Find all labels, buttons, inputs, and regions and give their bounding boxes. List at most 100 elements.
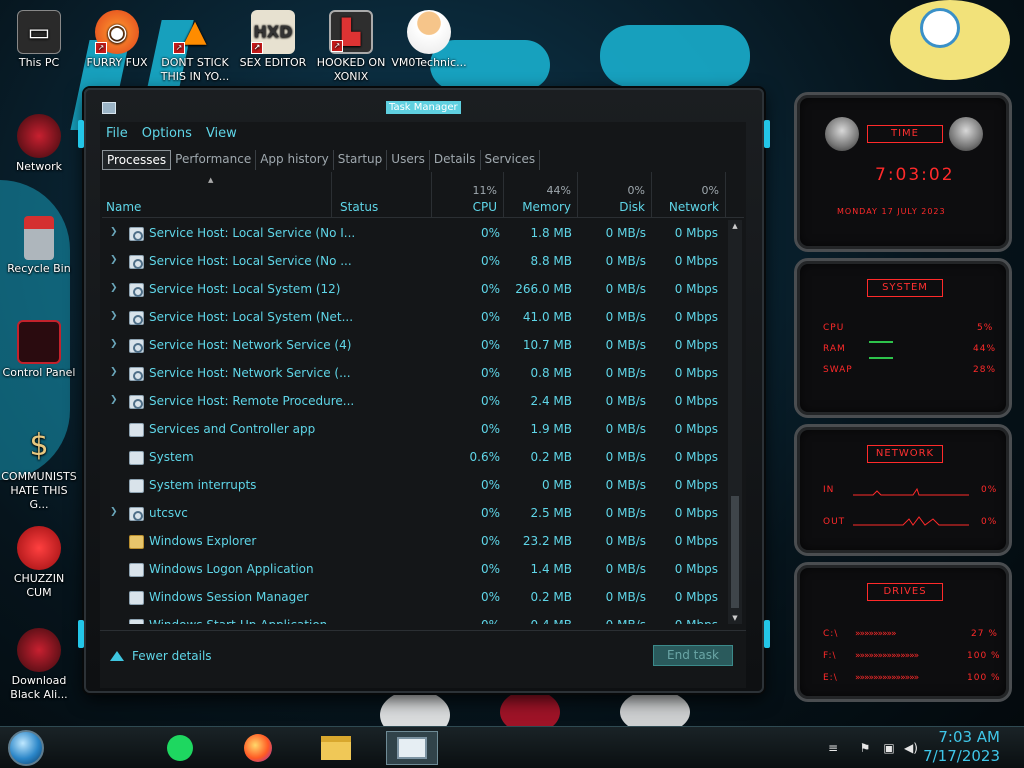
- column-cpu[interactable]: 11% CPU: [432, 172, 504, 218]
- desktop-icon-chuzzin-cum[interactable]: CHUZZIN CUM: [0, 526, 78, 600]
- expand-chevron-icon[interactable]: ❯: [110, 507, 118, 517]
- desktop-icon-download-black-alien[interactable]: Download Black Ali...: [0, 628, 78, 702]
- scroll-down-icon[interactable]: ▼: [728, 612, 742, 624]
- desktop-icon-vm0technic[interactable]: VM0Technic...: [390, 10, 468, 70]
- expand-chevron-icon[interactable]: ❯: [110, 367, 118, 377]
- table-row[interactable]: ❯ Service Host: Remote Procedure... 0% 2.4 …: [102, 388, 726, 416]
- tray-expand-icon[interactable]: ≡: [826, 741, 840, 755]
- tab-app-history[interactable]: App history: [256, 150, 334, 170]
- table-row[interactable]: Services and Controller app 0% 1.9 MB 0 MB/…: [102, 416, 726, 444]
- desktop-icon-control-panel[interactable]: Control Panel: [0, 320, 78, 380]
- table-row[interactable]: Windows Start-Up Application 0% 0.4 MB 0 MB…: [102, 612, 726, 624]
- process-name: Service Host: Network Service (...: [149, 366, 351, 380]
- task-manager-window[interactable]: Task Manager File Options View Processes…: [78, 88, 770, 693]
- menu-bar: File Options View: [106, 126, 237, 141]
- table-row[interactable]: ❯ Service Host: Network Service (... 0% 0.8…: [102, 360, 726, 388]
- process-list: ❯ Service Host: Local Service (No I... 0% 1…: [102, 220, 726, 624]
- task-manager-footer: Fewer details End task: [100, 630, 746, 688]
- table-row[interactable]: System interrupts 0% 0 MB 0 MB/s 0 Mbps: [102, 472, 726, 500]
- table-row[interactable]: Windows Session Manager 0% 0.2 MB 0 MB/s 0 M…: [102, 584, 726, 612]
- desktop-icon-network[interactable]: Network: [0, 114, 78, 174]
- expand-chevron-icon[interactable]: ❯: [110, 283, 118, 293]
- fewer-details-button[interactable]: Fewer details: [110, 649, 212, 663]
- desktop-icon-this-pc[interactable]: ▭ This PC: [0, 10, 78, 70]
- process-disk: 0 MB/s: [605, 562, 646, 576]
- process-disk: 0 MB/s: [605, 282, 646, 296]
- tab-startup[interactable]: Startup: [334, 150, 388, 170]
- process-list-scrollbar[interactable]: ▲ ▼: [728, 220, 742, 624]
- process-cpu: 0%: [480, 310, 500, 324]
- process-disk: 0 MB/s: [605, 590, 646, 604]
- column-disk[interactable]: 0% Disk: [578, 172, 652, 218]
- desktop-icon-recycle-bin[interactable]: Recycle Bin: [0, 216, 78, 276]
- control-panel-icon: [17, 320, 61, 364]
- column-name[interactable]: ▲ Name: [102, 172, 332, 218]
- end-task-button[interactable]: End task: [653, 645, 733, 666]
- window-icon: [129, 479, 144, 493]
- taskbar-task-manager[interactable]: [386, 731, 438, 765]
- action-center-flag-icon[interactable]: ⚑: [858, 741, 872, 755]
- tab-processes[interactable]: Processes: [102, 150, 172, 170]
- frame-glow: [764, 120, 770, 148]
- desktop-icon-furry-fux[interactable]: ◉ ↗ FURRY FUX: [78, 10, 156, 70]
- ram-meter: [869, 341, 893, 343]
- process-name: Windows Session Manager: [149, 590, 309, 604]
- start-button[interactable]: [8, 730, 44, 766]
- table-row[interactable]: System 0.6% 0.2 MB 0 MB/s 0 Mbps: [102, 444, 726, 472]
- table-row[interactable]: ❯ Service Host: Local System (Net... 0% 41.…: [102, 304, 726, 332]
- table-row[interactable]: Windows Explorer 0% 23.2 MB 0 MB/s 0 Mbps: [102, 528, 726, 556]
- tab-details[interactable]: Details: [430, 150, 481, 170]
- process-cpu: 0%: [480, 506, 500, 520]
- desktop-icon-sex-editor[interactable]: HXD ↗ SEX EDITOR: [234, 10, 312, 70]
- system-gadget-title: SYSTEM: [867, 279, 943, 297]
- table-row[interactable]: ❯ Service Host: Local Service (No I... 0% 1…: [102, 220, 726, 248]
- menu-view[interactable]: View: [206, 126, 237, 141]
- column-memory[interactable]: 44% Memory: [504, 172, 578, 218]
- table-row[interactable]: ❯ utcsvc 0% 2.5 MB 0 MB/s 0 Mbps: [102, 500, 726, 528]
- process-disk: 0 MB/s: [605, 478, 646, 492]
- expand-chevron-icon[interactable]: ❯: [110, 311, 118, 321]
- scrollbar-thumb[interactable]: [731, 496, 739, 608]
- gear-icon: [129, 311, 144, 325]
- menu-file[interactable]: File: [106, 126, 128, 141]
- system-gadget[interactable]: SYSTEM CPU 5% RAM 44% SWAP 28%: [794, 258, 1012, 418]
- desktop-icon-communists[interactable]: $ COMMUNISTS HATE THIS G...: [0, 424, 78, 512]
- task-manager-system-icon[interactable]: [102, 102, 116, 114]
- table-row[interactable]: ❯ Service Host: Local Service (No ... 0% 8.…: [102, 248, 726, 276]
- process-name: Service Host: Local Service (No I...: [149, 226, 356, 240]
- tab-services[interactable]: Services: [481, 150, 541, 170]
- scroll-up-icon[interactable]: ▲: [728, 220, 742, 232]
- taskbar-clock[interactable]: 7:03 AM 7/17/2023: [923, 728, 1000, 766]
- shortcut-arrow-icon: ↗: [251, 42, 263, 54]
- desktop-icon-dont-stick[interactable]: ▲ ↗ DONT STICK THIS IN YO...: [156, 10, 234, 84]
- column-status[interactable]: Status: [332, 172, 432, 218]
- desktop-icon-hooked-on-xonix[interactable]: ▙ ↗ HOOKED ON XONIX: [312, 10, 390, 84]
- process-cpu: 0%: [480, 226, 500, 240]
- expand-chevron-icon[interactable]: ❯: [110, 255, 118, 265]
- process-network: 0 Mbps: [674, 562, 718, 576]
- table-row[interactable]: ❯ Service Host: Local System (12) 0% 266.0 …: [102, 276, 726, 304]
- taskbar-firefox[interactable]: [232, 731, 284, 765]
- net-out-value: 0%: [981, 517, 998, 527]
- expand-chevron-icon[interactable]: ❯: [110, 339, 118, 349]
- volume-icon[interactable]: ◀): [904, 741, 918, 755]
- taskbar-file-explorer[interactable]: [310, 731, 362, 765]
- column-network[interactable]: 0% Network: [652, 172, 726, 218]
- time-gadget[interactable]: TIME 7:03:02 MONDAY 17 JULY 2023: [794, 92, 1012, 252]
- network-gadget[interactable]: NETWORK IN 0% OUT 0%: [794, 424, 1012, 556]
- expand-chevron-icon[interactable]: ❯: [110, 227, 118, 237]
- alien-download-icon: [17, 628, 61, 672]
- process-cpu: 0%: [481, 618, 500, 624]
- tab-users[interactable]: Users: [387, 150, 430, 170]
- shortcut-arrow-icon: ↗: [331, 40, 343, 52]
- taskbar-spotify[interactable]: [154, 731, 206, 765]
- drives-gadget[interactable]: DRIVES C:\ »»»»»»»»» 27 % F:\ »»»»»»»»»»…: [794, 562, 1012, 702]
- process-cpu: 0%: [480, 562, 500, 576]
- expand-chevron-icon[interactable]: ❯: [110, 395, 118, 405]
- network-tray-icon[interactable]: ▣: [882, 741, 896, 755]
- menu-options[interactable]: Options: [142, 126, 192, 141]
- process-network: 0 Mbps: [674, 422, 718, 436]
- table-row[interactable]: ❯ Service Host: Network Service (4) 0% 10.7…: [102, 332, 726, 360]
- tab-performance[interactable]: Performance: [171, 150, 257, 170]
- table-row[interactable]: Windows Logon Application 0% 1.4 MB 0 MB/s 0…: [102, 556, 726, 584]
